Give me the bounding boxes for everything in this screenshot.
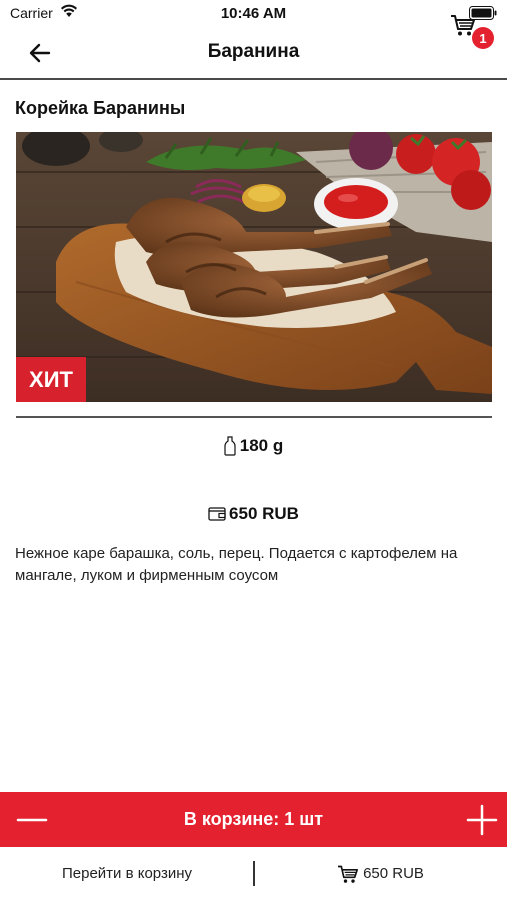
decrease-quantity-button[interactable] [12, 800, 52, 840]
increase-quantity-button[interactable] [462, 800, 502, 840]
bottle-icon [224, 436, 236, 456]
product-description: Нежное каре барашка, соль, перец. Подает… [15, 545, 458, 584]
nav-bar: Баранина [0, 26, 507, 80]
weight-row: 180 g [0, 436, 507, 456]
plus-icon [466, 804, 498, 836]
product-title: Корейка Баранины [15, 98, 186, 118]
cart-icon [338, 865, 359, 883]
cart-quantity-bar: В корзине: 1 шт [0, 792, 507, 847]
price-row: 650 RUB [0, 504, 507, 524]
price-value: 650 RUB [229, 504, 299, 523]
status-bar: Carrier 10:46 AM [0, 0, 507, 26]
footer-total-value: 650 RUB [363, 865, 424, 882]
cart-count-badge: 1 [472, 27, 494, 49]
minus-icon [16, 818, 48, 822]
go-to-cart-button[interactable]: Перейти в корзину [0, 847, 254, 900]
clock: 10:46 AM [220, 5, 287, 22]
weight-value: 180 g [239, 436, 284, 455]
back-button[interactable] [22, 38, 58, 68]
footer: Перейти в корзину 650 RUB [0, 847, 507, 900]
cart-quantity-label: В корзине: 1 шт [183, 809, 324, 829]
page-title: Баранина [207, 41, 300, 62]
hit-badge: ХИТ [16, 357, 86, 402]
arrow-left-icon [29, 43, 51, 63]
wallet-icon [208, 507, 226, 521]
divider [16, 416, 492, 418]
product-image [16, 132, 492, 402]
footer-total: 650 RUB [254, 847, 507, 900]
